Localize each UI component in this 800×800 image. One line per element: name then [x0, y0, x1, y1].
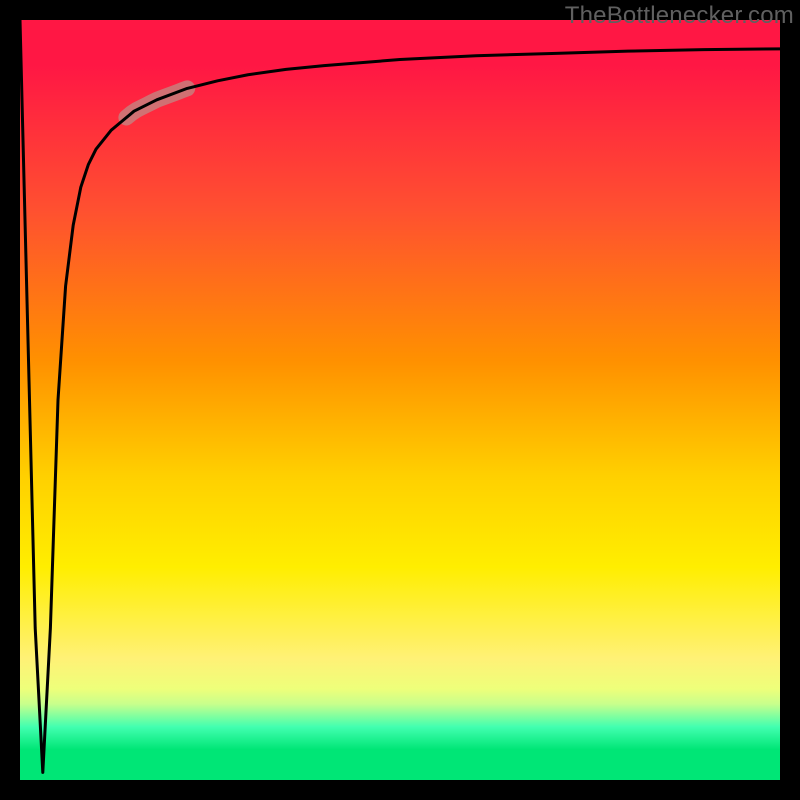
plot-background-gradient: [20, 20, 780, 780]
watermark-text: TheBottlenecker.com: [565, 2, 794, 30]
bottleneck-chart: TheBottlenecker.com: [0, 0, 800, 800]
